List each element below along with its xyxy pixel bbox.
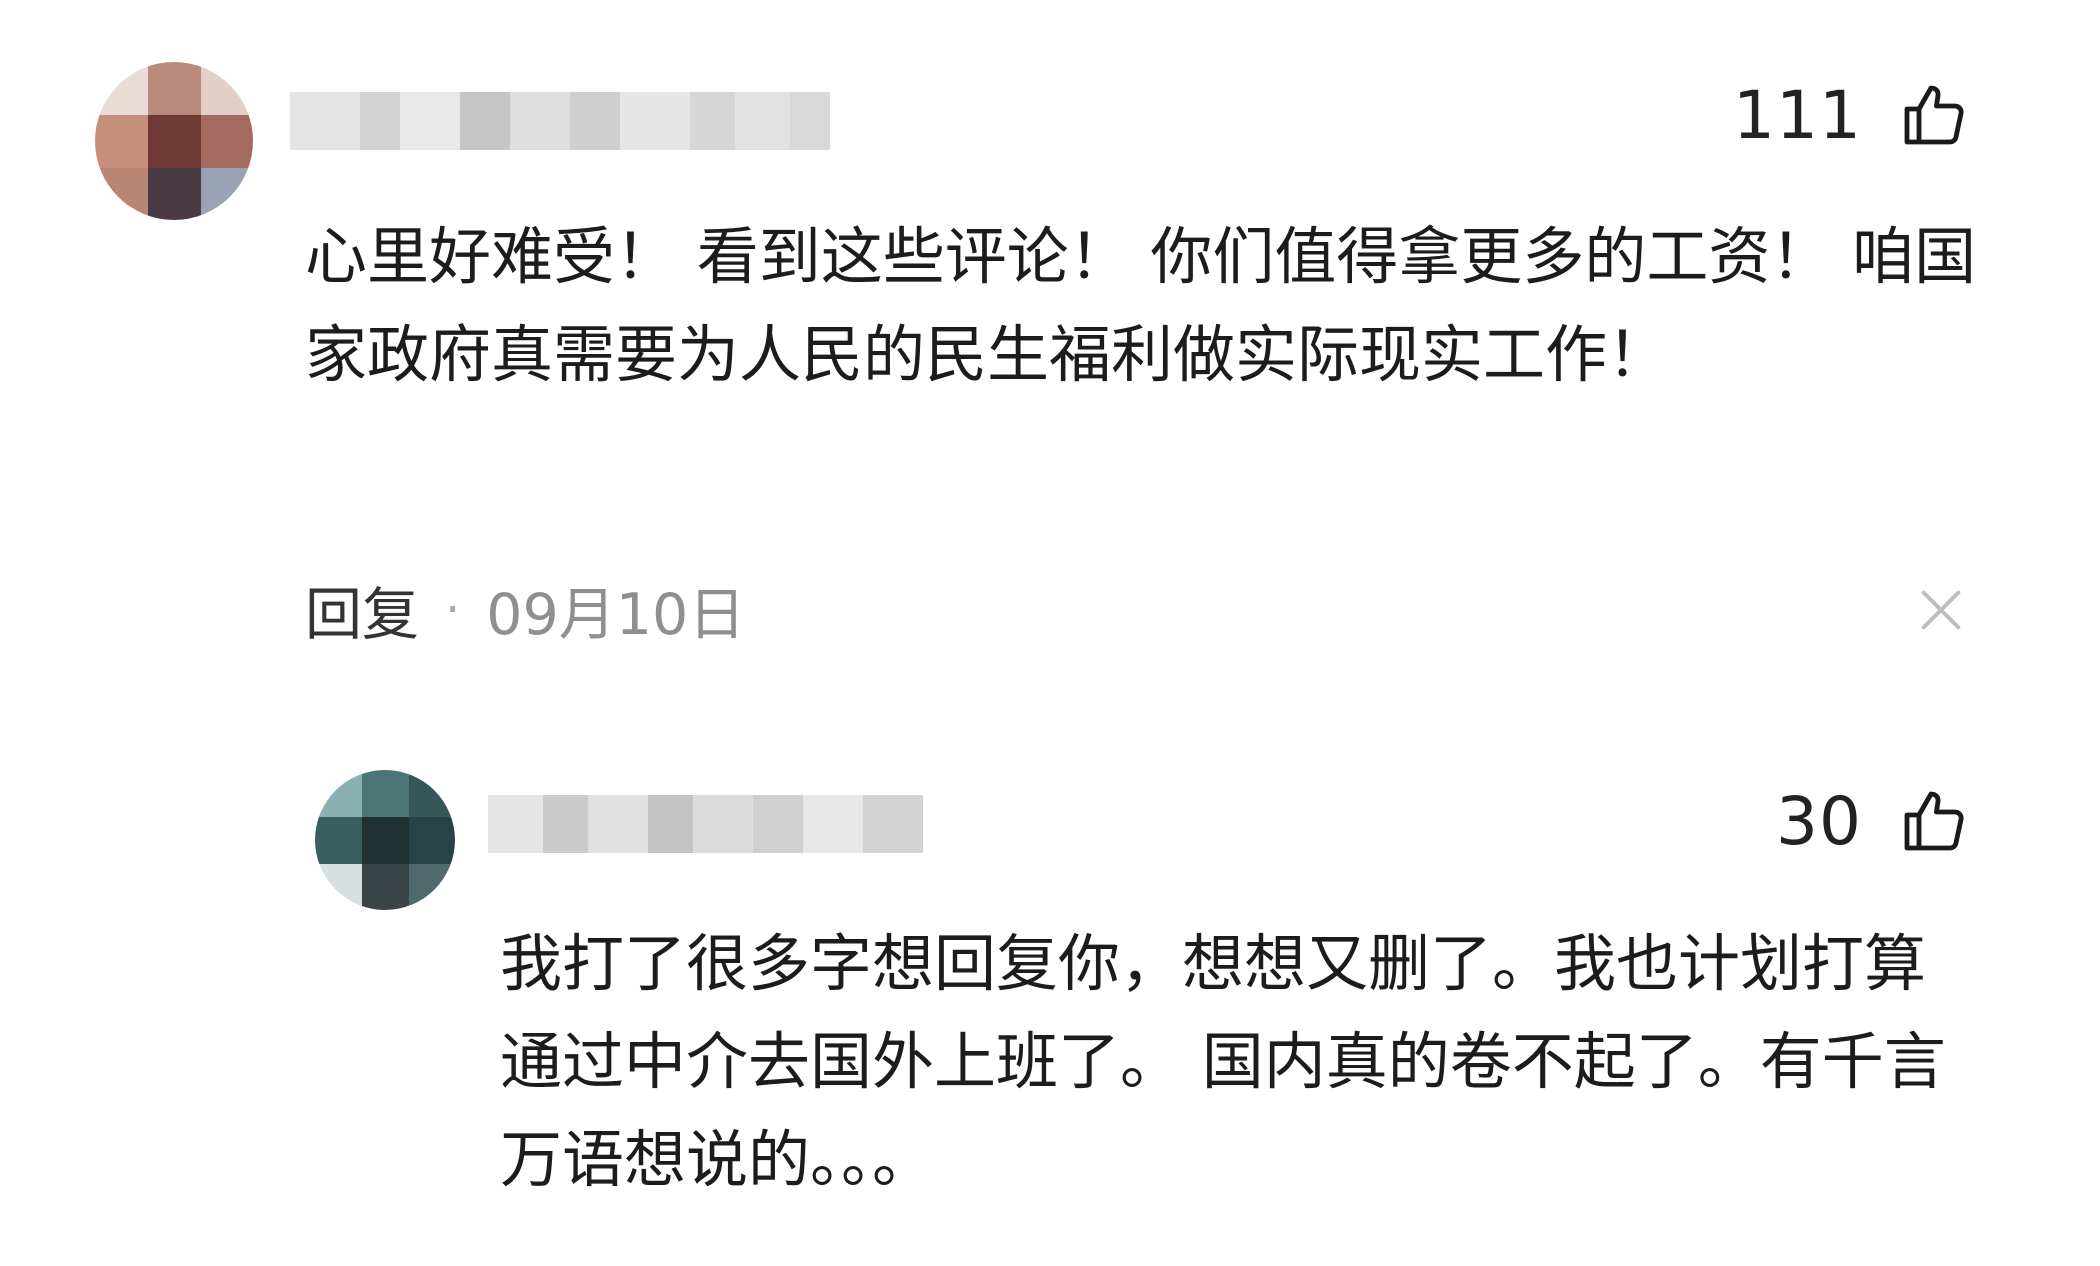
like-count: 30 [1776,782,1862,860]
like-button[interactable]: 30 [1776,778,1970,864]
username-blurred[interactable] [488,795,923,853]
meta-separator: · [445,582,461,638]
avatar[interactable] [315,770,455,910]
comment-text: 心里好难受！ 看到这些评论！ 你们值得拿更多的工资！ 咱国家政府真需要为人民的民… [305,220,1977,391]
reply-button[interactable]: 回复 [305,569,419,651]
username-blurred[interactable] [290,92,830,150]
comment-meta: 回复 · 09月10日 [305,575,745,648]
comment-date: 09月10日 [486,582,746,648]
reply-text: 我打了很多字想回复你，想想又删了。我也计划打算通过中介去国外上班了。 国内真的卷… [500,927,1946,1196]
close-icon[interactable] [1915,584,1967,636]
like-button[interactable]: 111 [1733,72,1970,158]
thumbs-up-icon [1904,791,1964,851]
like-count: 111 [1733,76,1862,154]
avatar[interactable] [95,62,253,220]
thumbs-up-icon [1904,85,1964,145]
